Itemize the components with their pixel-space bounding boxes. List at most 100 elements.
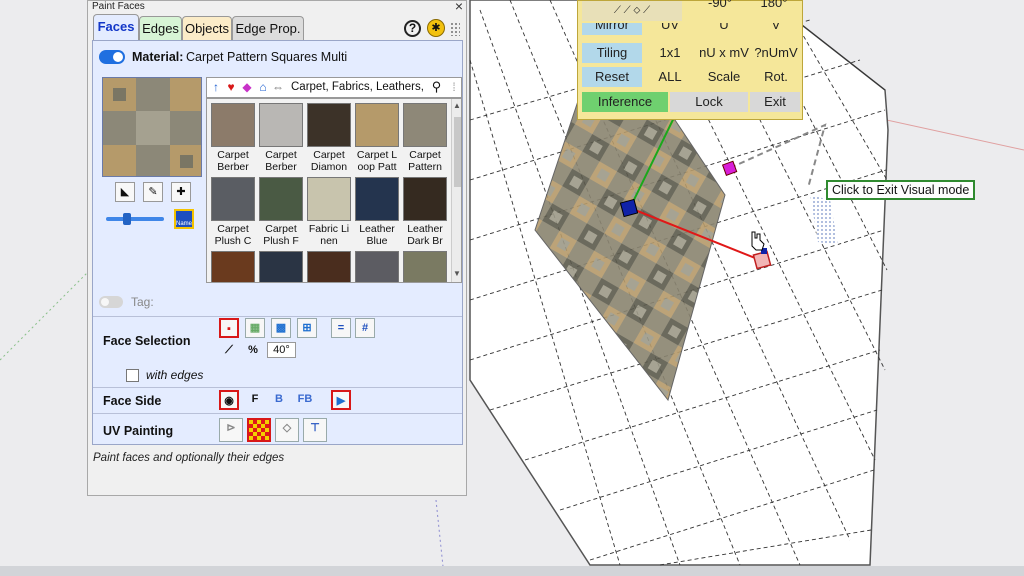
material-swatch <box>307 103 351 147</box>
swap-icon[interactable]: ⇔ <box>271 80 285 95</box>
tab-edge-prop[interactable]: Edge Prop. <box>232 16 304 40</box>
material-thumbnail[interactable]: Carpet Berber <box>209 101 257 173</box>
palette-icon[interactable]: ◆ <box>240 80 254 95</box>
thumbnail-label-line2: oop Patt <box>357 161 397 173</box>
material-thumbnail[interactable]: Fabric Li nen <box>305 175 353 247</box>
lock-button[interactable]: Lock <box>670 92 748 112</box>
opacity-slider[interactable] <box>106 217 164 221</box>
palette-tiling-row: Tiling 1x1 nU x mV ?nUmV <box>582 43 800 63</box>
tiling-1x1[interactable]: 1x1 <box>644 43 696 63</box>
reset-rotation[interactable]: Rot. <box>750 67 802 87</box>
connected-faces-icon[interactable]: ▦ <box>245 318 265 338</box>
both-sides-button[interactable]: FB <box>293 390 317 410</box>
reset-scale[interactable]: Scale <box>698 67 750 87</box>
search-icon[interactable]: ⚲ <box>428 79 445 96</box>
vertical-scrollbar[interactable]: ▲ ▼ <box>451 99 461 282</box>
rotate-180[interactable]: 180° <box>748 0 800 13</box>
triangle-tool-icon[interactable]: ◣ <box>115 182 135 202</box>
single-face-icon[interactable]: ▪ <box>219 318 239 338</box>
scrollbar-thumb[interactable] <box>454 117 461 187</box>
material-thumbnail[interactable] <box>353 249 401 282</box>
material-swatch <box>403 103 447 147</box>
material-thumbnail[interactable]: Leather Blue <box>353 175 401 247</box>
dialog-title: Paint Faces <box>88 1 466 15</box>
tab-edges[interactable]: Edges <box>139 16 182 40</box>
rotate-minus-90[interactable]: -90° <box>694 0 746 13</box>
uv-checker-icon[interactable] <box>247 418 271 442</box>
uv-paint-roller-icon[interactable]: ⊤ <box>303 418 327 442</box>
eyedropper-plus-icon[interactable]: ✚ <box>171 182 191 202</box>
material-swatch <box>259 251 303 282</box>
back-side-button[interactable]: B <box>269 390 289 410</box>
front-side-button[interactable]: F <box>245 390 265 410</box>
reset-all[interactable]: ALL <box>644 67 696 87</box>
material-thumbnail[interactable]: Carpet Plush C <box>209 175 257 247</box>
thumbnail-label-line2: Berber <box>265 161 297 173</box>
tab-faces[interactable]: Faces <box>93 14 139 41</box>
mirror-v[interactable]: V <box>750 23 800 35</box>
heart-icon[interactable]: ♥ <box>224 80 238 95</box>
tiling-label: Tiling <box>582 43 642 63</box>
material-thumbnail-label: Leather Dark Br <box>401 223 449 247</box>
bottom-status-strip <box>0 566 1024 576</box>
help-icon[interactable]: ? <box>404 20 421 37</box>
angle-input[interactable]: 40° <box>267 342 296 358</box>
all-faces-icon[interactable]: ⊞ <box>297 318 317 338</box>
thumbnail-label-line2: Plush F <box>263 235 299 247</box>
uv-box-icon[interactable]: ◇ <box>275 418 299 442</box>
uv-projection-icon[interactable]: ⊳ <box>219 418 243 442</box>
name-button[interactable]: Name <box>174 209 194 229</box>
tag-toggle[interactable] <box>99 296 123 308</box>
home-icon[interactable]: ⌂ <box>256 80 270 95</box>
search-input[interactable]: Carpet, Fabrics, Leathers, <box>291 81 424 93</box>
close-icon[interactable]: × <box>455 0 463 13</box>
slider-knob[interactable] <box>123 213 131 225</box>
equal-icon[interactable]: = <box>331 318 351 338</box>
status-text: Paint faces and optionally their edges <box>93 452 285 464</box>
material-thumbnail[interactable]: Carpet Plush F <box>257 175 305 247</box>
material-toggle[interactable] <box>99 50 125 64</box>
tiling-nu-mv-alt[interactable]: ?nUmV <box>750 43 802 63</box>
mirror-u[interactable]: U <box>698 23 750 35</box>
thumbnail-label-line1: Leather <box>359 223 395 235</box>
with-edges-checkbox[interactable] <box>126 369 139 382</box>
material-swatch <box>307 177 351 221</box>
material-swatch <box>403 251 447 282</box>
material-label: Material: <box>132 50 184 64</box>
material-thumbnail[interactable]: Carpet Berber <box>257 101 305 173</box>
grip-icon[interactable]: ⁞ <box>447 80 461 95</box>
material-search-bar: ↑ ♥ ◆ ⌂ ⇔ Carpet, Fabrics, Leathers, ⚲ ⁞ <box>206 77 462 98</box>
material-thumbnail[interactable]: Carpet Diamon <box>305 101 353 173</box>
material-swatch <box>211 251 255 282</box>
thumbnail-label-line2: Blue <box>366 235 388 247</box>
grip-icon[interactable] <box>450 22 460 36</box>
thumbnail-label-line2: Berber <box>217 161 249 173</box>
thumbnail-label-line1: Carpet L <box>356 149 398 161</box>
material-thumbnail[interactable] <box>209 249 257 282</box>
material-thumbnail[interactable]: Carpet Pattern <box>401 101 449 173</box>
material-thumbnail-grid: Carpet Berber Carpet Berber Carpet Diamon Carp… <box>206 98 462 283</box>
brush-angle-icon[interactable]: ⟋ <box>219 341 239 361</box>
eyedropper-icon[interactable]: ✎ <box>143 182 163 202</box>
percent-angle-icon[interactable]: % <box>243 341 263 361</box>
material-thumbnail[interactable] <box>305 249 353 282</box>
exit-button[interactable]: Exit <box>750 92 800 112</box>
mirror-uv[interactable]: UV <box>644 23 696 35</box>
sort-arrow-icon[interactable]: ↑ <box>209 80 223 95</box>
hash-icon[interactable]: # <box>355 318 375 338</box>
inference-button[interactable]: Inference <box>582 92 668 112</box>
palette-tool-icons[interactable]: ⟋ ⟋ ⬦ ⟋ <box>582 1 682 21</box>
tab-objects[interactable]: Objects <box>182 16 232 40</box>
material-thumbnail[interactable]: Carpet Loop Patt <box>353 101 401 173</box>
material-thumbnail[interactable] <box>257 249 305 282</box>
scroll-up-icon: ▲ <box>453 101 461 110</box>
tag-label: Tag: <box>131 295 154 309</box>
bug-report-icon[interactable]: ✱ <box>427 19 445 37</box>
material-thumbnail[interactable]: Leather Dark Br <box>401 175 449 247</box>
tiling-nu-mv[interactable]: nU x mV <box>694 43 754 63</box>
thumbnail-label-line2: Dark Br <box>407 235 443 247</box>
play-side-icon[interactable]: ▶ <box>331 390 351 410</box>
material-thumbnail[interactable] <box>401 249 449 282</box>
same-material-icon[interactable]: ▩ <box>271 318 291 338</box>
eye-icon[interactable]: ◉ <box>219 390 239 410</box>
